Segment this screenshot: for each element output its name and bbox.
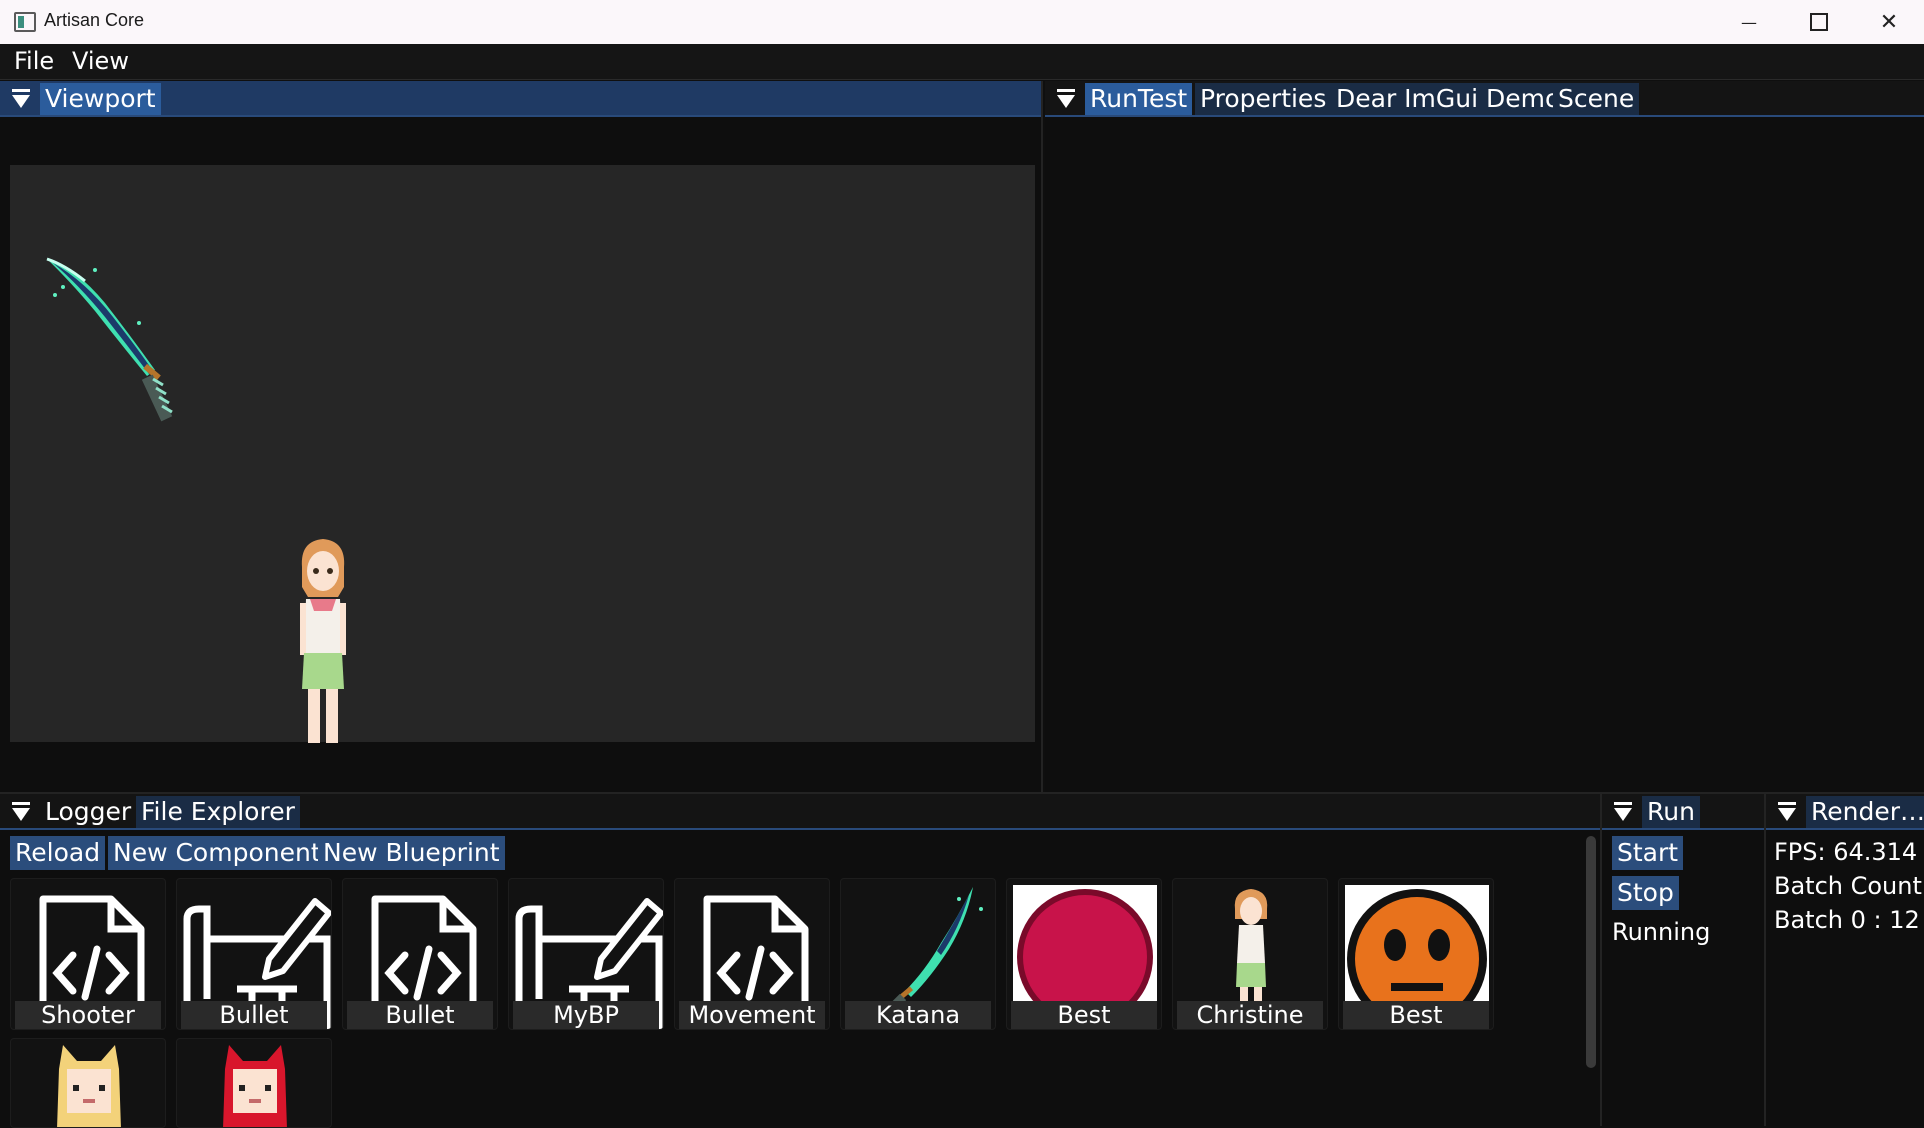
maximize-icon: [1810, 13, 1828, 31]
blonde-cat-girl-sprite: [57, 1045, 121, 1127]
file-label: Katana: [845, 1001, 991, 1029]
fps-readout: FPS: 64.314: [1774, 838, 1918, 866]
new-component-button[interactable]: New Component: [108, 836, 326, 870]
red-cat-girl-sprite: [223, 1045, 287, 1127]
viewport-panel: Viewport: [0, 81, 1043, 792]
new-blueprint-button[interactable]: New Blueprint: [318, 836, 505, 870]
tab-viewport[interactable]: Viewport: [40, 83, 161, 115]
menu-view[interactable]: View: [72, 47, 129, 75]
character-sprite: [300, 539, 346, 743]
collapse-icon[interactable]: [1776, 802, 1800, 824]
batch-0-readout: Batch 0 : 12: [1774, 906, 1920, 934]
file-label: Bullet: [181, 1001, 327, 1029]
start-button[interactable]: Start: [1612, 836, 1684, 870]
minimize-icon: —: [1741, 12, 1757, 32]
tab-run[interactable]: Run: [1642, 796, 1700, 828]
file-label: Christine: [1177, 1001, 1323, 1029]
file-tile[interactable]: Katana: [840, 878, 996, 1030]
collapse-icon[interactable]: [1612, 802, 1636, 824]
tab-properties[interactable]: Properties: [1195, 83, 1332, 115]
file-tile[interactable]: MyBP: [508, 878, 664, 1030]
batch-count-label: Batch Count: [1774, 872, 1922, 900]
collapse-icon[interactable]: [10, 802, 34, 824]
collapse-icon[interactable]: [1055, 89, 1079, 111]
render-panel: Render… FPS: 64.314 Batch Count Batch 0 …: [1766, 792, 1924, 1126]
close-icon: ✕: [1879, 9, 1899, 35]
right-panel: RunTest Properties Dear ImGui Demo Scene: [1045, 81, 1924, 792]
file-tile[interactable]: [176, 1038, 332, 1128]
run-panel: Run Start Stop Running: [1602, 792, 1766, 1126]
maximize-button[interactable]: [1784, 0, 1854, 44]
tab-scene[interactable]: Scene: [1553, 83, 1640, 115]
render-tab-bar: Render…: [1766, 794, 1924, 830]
file-explorer-panel: Logger File Explorer Reload New Componen…: [0, 792, 1602, 1128]
bottom-tab-bar: Logger File Explorer: [0, 794, 1600, 830]
stop-button[interactable]: Stop: [1612, 876, 1679, 910]
collapse-icon[interactable]: [10, 89, 34, 111]
file-label: Movement: [679, 1001, 825, 1029]
katana-sprite: [46, 257, 173, 422]
right-tab-bar: RunTest Properties Dear ImGui Demo Scene: [1045, 81, 1924, 117]
file-label: Best: [1011, 1001, 1157, 1029]
run-tab-bar: Run: [1602, 794, 1764, 830]
file-label: Bullet: [347, 1001, 493, 1029]
app-icon: [14, 12, 36, 32]
file-tile[interactable]: Christine: [1172, 878, 1328, 1030]
file-label: Best: [1343, 1001, 1489, 1029]
tab-file-explorer[interactable]: File Explorer: [136, 796, 300, 828]
file-tile[interactable]: Best: [1006, 878, 1162, 1030]
file-tile[interactable]: [10, 1038, 166, 1128]
file-label: MyBP: [513, 1001, 659, 1029]
reload-button[interactable]: Reload: [10, 836, 106, 870]
viewport-tab-bar: Viewport: [0, 81, 1041, 117]
run-status: Running: [1612, 918, 1711, 946]
file-tile[interactable]: Bullet: [176, 878, 332, 1030]
close-button[interactable]: ✕: [1854, 0, 1924, 44]
file-label: Shooter: [15, 1001, 161, 1029]
file-tile[interactable]: Bullet: [342, 878, 498, 1030]
window-title: Artisan Core: [44, 10, 145, 30]
viewport-canvas[interactable]: [10, 165, 1035, 743]
title-bar: Artisan Core — ✕: [0, 0, 1924, 44]
tab-dear-imgui-demo[interactable]: Dear ImGui Demo: [1331, 83, 1566, 115]
minimize-button[interactable]: —: [1714, 0, 1784, 44]
file-explorer-scrollbar[interactable]: [1586, 836, 1596, 1068]
file-tile[interactable]: Movement: [674, 878, 830, 1030]
menu-bar: File View: [0, 44, 1924, 80]
file-tile[interactable]: Shooter: [10, 878, 166, 1030]
tab-render[interactable]: Render…: [1806, 796, 1924, 828]
tab-runtest[interactable]: RunTest: [1085, 83, 1193, 115]
file-tile[interactable]: Best: [1338, 878, 1494, 1030]
tab-logger[interactable]: Logger: [40, 796, 136, 828]
menu-file[interactable]: File: [14, 47, 54, 75]
